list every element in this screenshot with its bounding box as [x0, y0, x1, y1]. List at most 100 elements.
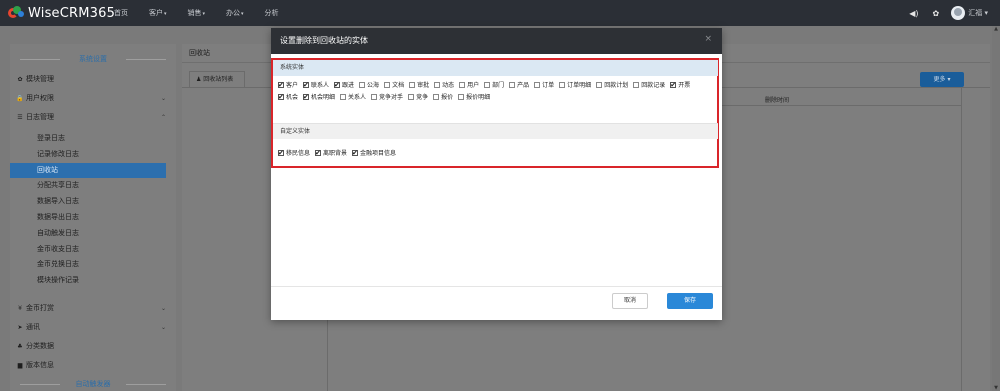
sidebar-item-0[interactable]: ✿ 模块管理 — [10, 72, 166, 87]
top-navbar: WiseCRM365 首页 客户▾ 销售▾ 办公▾ 分析 ◀) ✿ 汇福 ▾ — [0, 0, 1000, 26]
close-icon[interactable]: × — [704, 34, 712, 44]
entity-checkbox-label: 离职背景 — [323, 150, 348, 157]
nav-item-4[interactable]: 分析 — [265, 0, 279, 26]
checkbox-icon[interactable] — [509, 82, 516, 88]
checkbox-icon[interactable] — [433, 94, 440, 100]
entity-checkbox[interactable]: 机会 — [278, 91, 298, 104]
sidebar-item-2[interactable]: ☰ 日志管理 ⌃ — [10, 110, 166, 125]
scroll-down-icon[interactable]: ▼ — [992, 385, 1000, 391]
checkbox-icon[interactable] — [278, 91, 284, 103]
chevron-icon: ⌄ — [160, 95, 166, 102]
sidebar-subitem-9[interactable]: 模块操作记录 — [10, 273, 166, 288]
checkbox-icon[interactable] — [315, 147, 322, 159]
sidebar-item-bottom-2[interactable]: ♣ 分类数据 — [10, 339, 166, 354]
user-avatar[interactable] — [951, 6, 966, 20]
gear-icon: ✿ — [17, 76, 23, 83]
sidebar-item-1[interactable]: 🔒 用户权限 ⌄ — [10, 91, 166, 106]
entity-checkbox[interactable]: 公海 — [359, 80, 379, 92]
checkbox-icon[interactable] — [384, 82, 391, 88]
entity-checkbox[interactable]: 竞争 — [408, 92, 428, 104]
entity-checkbox[interactable]: 跟进 — [334, 79, 354, 92]
volume-icon[interactable]: ◀) — [909, 9, 918, 18]
entity-checkbox-label: 审批 — [417, 82, 430, 89]
tab-recycle-list[interactable]: ♟ 回收站列表 — [189, 71, 245, 87]
checkbox-icon[interactable] — [303, 79, 310, 91]
send-icon: ➤ — [17, 324, 23, 331]
cancel-button[interactable]: 取消 — [612, 293, 648, 309]
entity-checkbox[interactable]: 回款计划 — [596, 80, 628, 92]
nav-item-3[interactable]: 办公▾ — [226, 0, 244, 26]
entity-checkbox[interactable]: 部门 — [484, 80, 504, 92]
checkbox-icon[interactable] — [559, 82, 566, 88]
entity-checkbox[interactable]: 报价 — [433, 92, 453, 104]
sidebar-subitem-5[interactable]: 数据导出日志 — [10, 210, 166, 225]
scroll-up-icon[interactable]: ▲ — [992, 26, 1000, 32]
sidebar-item-bottom-0[interactable]: ¥ 金币打赏 ⌄ — [10, 301, 166, 316]
entity-checkbox[interactable]: 关系人 — [340, 92, 366, 104]
entity-checkbox-label: 部门 — [492, 82, 505, 89]
checkbox-icon[interactable] — [278, 147, 284, 159]
checkbox-icon[interactable] — [484, 82, 491, 88]
checkbox-icon[interactable] — [670, 79, 677, 91]
entity-checkbox[interactable]: 订单 — [534, 80, 554, 92]
entity-checkbox[interactable]: 用户 — [459, 80, 479, 92]
column-header-delete-time: 删除时间 — [765, 97, 790, 104]
sidebar-item-bottom-3[interactable]: ▆ 版本信息 — [10, 358, 166, 373]
nav-item-0[interactable]: 首页 — [114, 0, 128, 26]
entity-checkbox[interactable]: 文档 — [384, 80, 404, 92]
sidebar-subitem-3[interactable]: 分配共享日志 — [10, 178, 166, 193]
entity-checkbox[interactable]: 机会明细 — [303, 91, 335, 104]
sidebar-item-label: 用户权限 — [26, 94, 54, 102]
entity-checkbox[interactable]: 移民信息 — [278, 147, 310, 160]
sidebar-subitem-8[interactable]: 金币兑换日志 — [10, 257, 166, 272]
checkbox-icon[interactable] — [408, 94, 415, 100]
checkbox-icon[interactable] — [278, 79, 284, 91]
checkbox-icon[interactable] — [534, 82, 541, 88]
entity-checkbox[interactable]: 审批 — [409, 80, 429, 92]
checkbox-icon[interactable] — [352, 147, 359, 159]
nav-item-2[interactable]: 销售▾ — [188, 0, 206, 26]
entity-checkbox-label: 用户 — [467, 82, 480, 89]
nav-item-label: 分析 — [264, 9, 279, 17]
checkbox-icon[interactable] — [459, 82, 466, 88]
nav-item-1[interactable]: 客户▾ — [149, 0, 167, 26]
settings-gear-icon[interactable]: ✿ — [933, 9, 940, 18]
entity-checkbox[interactable]: 动态 — [434, 80, 454, 92]
entity-checkbox-label: 公海 — [367, 82, 380, 89]
entity-checkbox[interactable]: 金融项目信息 — [352, 147, 396, 160]
nav-item-label: 客户 — [149, 9, 163, 17]
sidebar-item-bottom-1[interactable]: ➤ 通讯 ⌄ — [10, 320, 166, 335]
checkbox-icon[interactable] — [633, 82, 640, 88]
page-scrollbar[interactable]: ▲ ▼ — [992, 26, 1000, 391]
entity-checkbox[interactable]: 订单明细 — [559, 80, 591, 92]
checkbox-icon[interactable] — [303, 91, 310, 103]
checkbox-icon[interactable] — [359, 82, 366, 88]
sidebar-subitem-1[interactable]: 记录修改日志 — [10, 147, 166, 162]
checkbox-icon[interactable] — [596, 82, 603, 88]
entity-checkbox[interactable]: 回款记录 — [633, 80, 665, 92]
sidebar-item-label: 版本信息 — [26, 361, 54, 369]
divider — [271, 286, 722, 287]
more-button[interactable]: 更多 ▾ — [920, 72, 964, 87]
sidebar-subitem-0[interactable]: 登录日志 — [10, 131, 166, 146]
checkbox-icon[interactable] — [340, 94, 347, 100]
checkbox-icon[interactable] — [371, 94, 378, 100]
entity-checkbox[interactable]: 开票 — [670, 79, 690, 92]
checkbox-icon[interactable] — [458, 94, 465, 100]
entity-checkbox[interactable]: 离职背景 — [315, 147, 348, 160]
user-menu[interactable]: 汇福 ▾ — [968, 8, 988, 18]
entity-checkbox[interactable]: 产品 — [509, 80, 529, 92]
entity-checkbox[interactable]: 竞争对手 — [371, 92, 403, 104]
entity-checkbox[interactable]: 报价明细 — [458, 92, 490, 104]
checkbox-icon[interactable] — [334, 79, 341, 91]
sidebar-subitem-2[interactable]: 回收站 — [10, 162, 166, 178]
sidebar-subitem-7[interactable]: 金币收支日志 — [10, 242, 166, 257]
entity-checkbox-label: 客户 — [286, 82, 299, 89]
checkbox-icon[interactable] — [434, 82, 441, 88]
sidebar-subitem-6[interactable]: 自动触发日志 — [10, 226, 166, 241]
app-logo[interactable]: WiseCRM365 — [8, 4, 115, 22]
sidebar-subitem-4[interactable]: 数据导入日志 — [10, 194, 166, 209]
save-button[interactable]: 保存 — [667, 293, 713, 309]
book-icon: ▆ — [17, 362, 23, 369]
checkbox-icon[interactable] — [409, 82, 416, 88]
